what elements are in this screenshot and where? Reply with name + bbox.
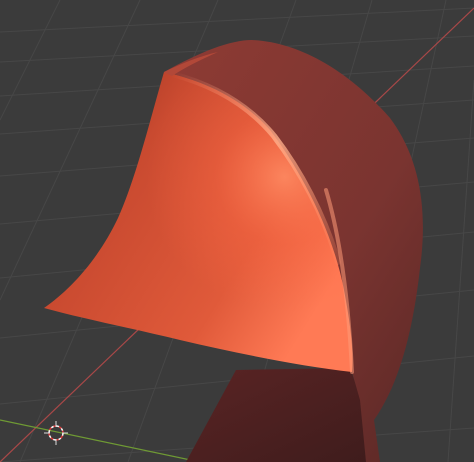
3d-viewport[interactable] [0, 0, 474, 462]
y-axis-line [0, 419, 201, 462]
3d-cursor-icon[interactable] [44, 421, 68, 445]
viewport-canvas[interactable] [0, 0, 474, 462]
